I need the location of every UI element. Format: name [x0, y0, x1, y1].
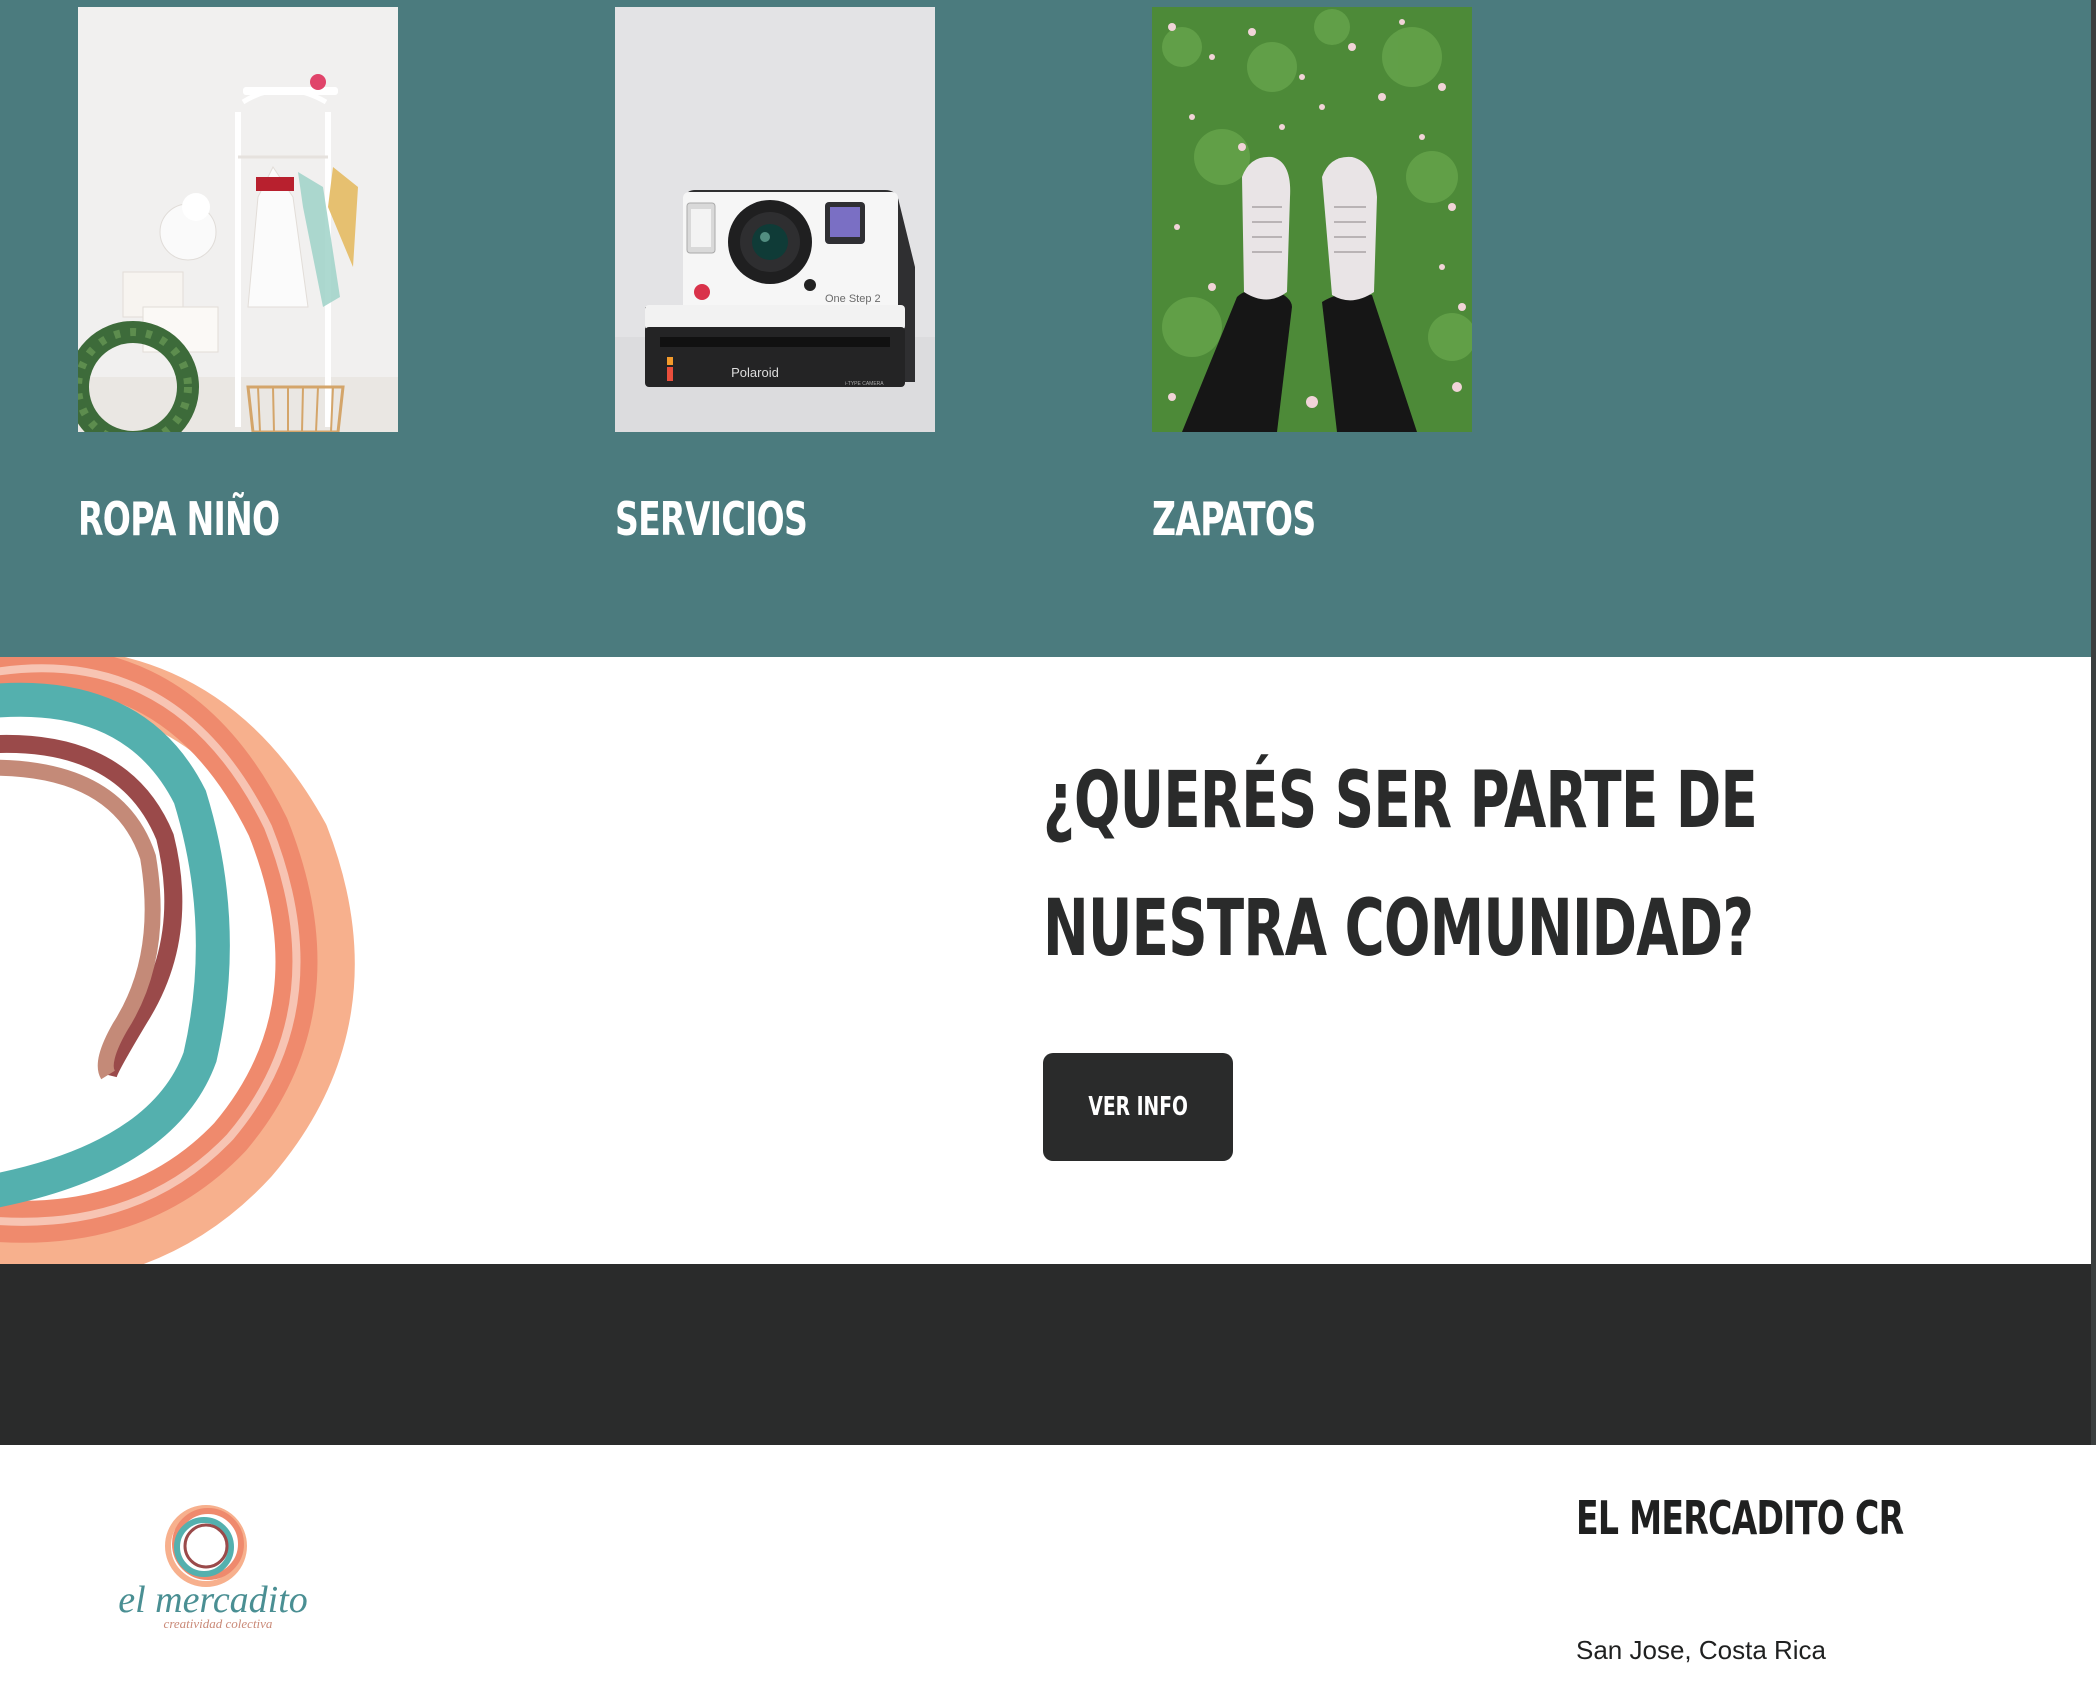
kids-clothes-rack-photo[interactable] — [78, 7, 398, 432]
ver-info-button-label: VER INFO — [1088, 1092, 1188, 1122]
community-cta-section: ¿QUERÉS SER PARTE DE NUESTRA COMUNIDAD? … — [0, 657, 2091, 1264]
scrollbar-edge — [2091, 0, 2096, 1445]
logo-wordmark: el mercadito — [118, 1579, 308, 1621]
footer-address: San Jose, Costa Rica — [1576, 1635, 1827, 1665]
camera-model-text: One Step 2 — [825, 293, 881, 305]
footer: el mercadito creatividad colectiva EL ME… — [0, 1445, 2096, 1682]
el-mercadito-logo[interactable]: el mercadito creatividad colectiva — [88, 1504, 338, 1631]
categories-section: ROPA NIÑO Polaroid i-TYPE CAMERA One Ste… — [0, 0, 2091, 657]
logo-tagline: creatividad colectiva — [164, 1616, 273, 1629]
footer-title: EL MERCADITO CR — [1576, 1491, 1904, 1545]
category-card-ropa-nino[interactable]: ROPA NIÑO — [78, 7, 398, 546]
category-label[interactable]: SERVICIOS — [615, 492, 808, 546]
category-label[interactable]: ROPA NIÑO — [78, 492, 280, 546]
ver-info-button[interactable]: VER INFO — [1043, 1053, 1233, 1161]
category-card-zapatos[interactable]: ZAPATOS — [1152, 7, 1472, 546]
instant-camera-photo[interactable]: Polaroid i-TYPE CAMERA One Step 2 — [615, 7, 935, 432]
category-card-servicios[interactable]: Polaroid i-TYPE CAMERA One Step 2 SERVIC… — [615, 7, 935, 546]
camera-brand-text: Polaroid — [731, 365, 779, 380]
dark-band — [0, 1264, 2091, 1445]
sneakers-on-grass-photo[interactable] — [1152, 7, 1472, 432]
category-label[interactable]: ZAPATOS — [1152, 492, 1316, 546]
cta-heading: ¿QUERÉS SER PARTE DE NUESTRA COMUNIDAD? — [1043, 756, 1758, 974]
swirl-graphic — [0, 657, 355, 1264]
camera-type-text: i-TYPE CAMERA — [845, 381, 884, 387]
